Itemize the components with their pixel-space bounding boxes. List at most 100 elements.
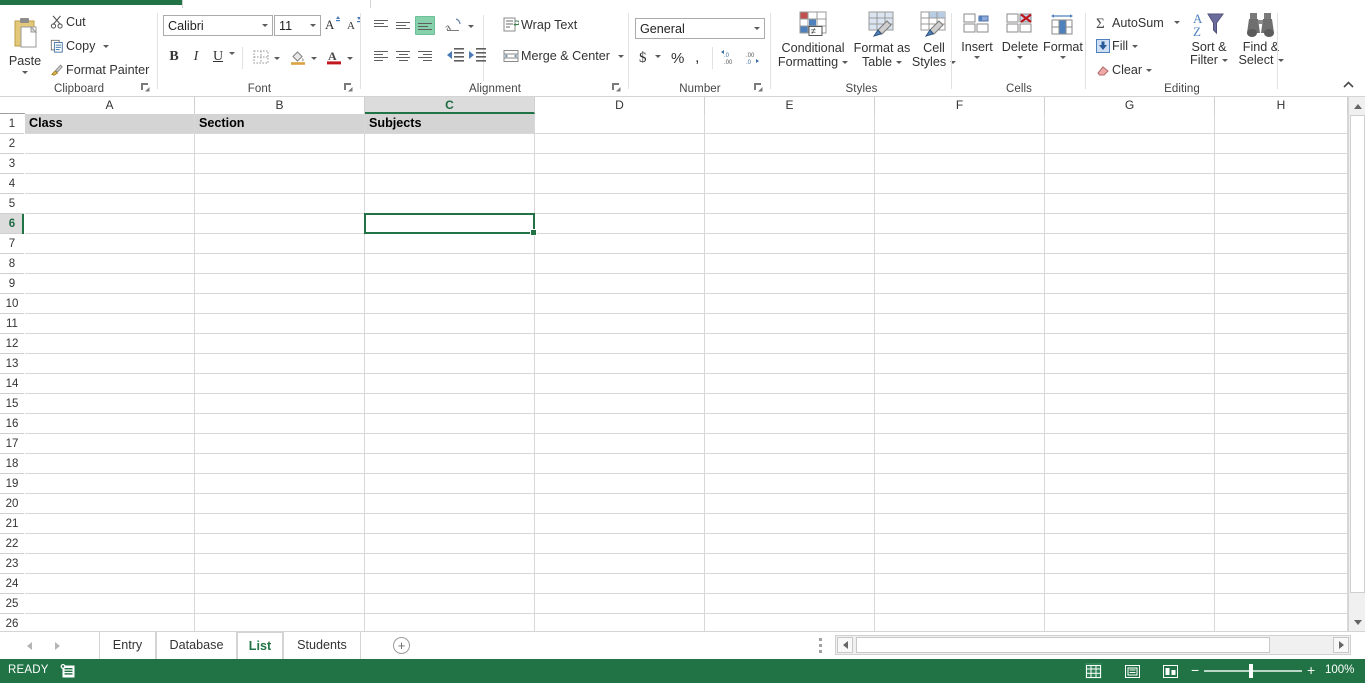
cell-B20[interactable] [195, 494, 365, 514]
cell-F12[interactable] [875, 334, 1045, 354]
grid-cells[interactable]: Class Section Subjects [25, 114, 1348, 631]
cell-E24[interactable] [705, 574, 875, 594]
cell-B2[interactable] [195, 134, 365, 154]
cell-H25[interactable] [1215, 594, 1348, 614]
cell-C9[interactable] [365, 274, 535, 294]
font-color-button[interactable]: A [326, 49, 353, 68]
cell-E16[interactable] [705, 414, 875, 434]
cell-G12[interactable] [1045, 334, 1215, 354]
cell-D23[interactable] [535, 554, 705, 574]
sort-filter-chevron-down-icon[interactable] [1222, 59, 1228, 62]
row-header-17[interactable]: 17 [0, 434, 24, 454]
cell-C10[interactable] [365, 294, 535, 314]
cell-G24[interactable] [1045, 574, 1215, 594]
cell-E9[interactable] [705, 274, 875, 294]
cell-G3[interactable] [1045, 154, 1215, 174]
cell-A24[interactable] [25, 574, 195, 594]
cell-G21[interactable] [1045, 514, 1215, 534]
cell-D11[interactable] [535, 314, 705, 334]
format-as-table-chevron-down-icon[interactable] [896, 60, 903, 64]
format-as-table-button[interactable]: Format as Table [853, 11, 911, 69]
fill-chevron-down-icon[interactable] [1132, 44, 1139, 48]
cell-A20[interactable] [25, 494, 195, 514]
underline-button[interactable]: U [209, 47, 227, 67]
cell-D18[interactable] [535, 454, 705, 474]
worksheet-grid[interactable]: ABCDEFGH 1 2 3 4 5 6 7 8 9 10 11 12 13 14 15 16 17 18 19 20… [0, 97, 1365, 631]
cell-F17[interactable] [875, 434, 1045, 454]
underline-chevron-down-icon[interactable] [229, 52, 235, 55]
page-break-view-button[interactable] [1162, 663, 1179, 679]
sheet-tab-list[interactable]: List [237, 632, 283, 660]
cell-A23[interactable] [25, 554, 195, 574]
top-align-button[interactable] [371, 16, 391, 35]
cell-G25[interactable] [1045, 594, 1215, 614]
cell-F11[interactable] [875, 314, 1045, 334]
cell-E25[interactable] [705, 594, 875, 614]
cell-H26[interactable] [1215, 614, 1348, 631]
row-header-19[interactable]: 19 [0, 474, 24, 494]
cell-H3[interactable] [1215, 154, 1348, 174]
scroll-right-button[interactable] [1333, 637, 1349, 653]
cell-C3[interactable] [365, 154, 535, 174]
cell-A22[interactable] [25, 534, 195, 554]
cell-C1[interactable]: Subjects [365, 114, 535, 134]
scroll-up-button[interactable] [1350, 98, 1365, 114]
cell-A2[interactable] [25, 134, 195, 154]
number-dialog-launcher[interactable] [754, 83, 765, 94]
cell-H10[interactable] [1215, 294, 1348, 314]
format-cells-button[interactable]: Format [1042, 13, 1084, 59]
font-dialog-launcher[interactable] [344, 83, 355, 94]
row-header-10[interactable]: 10 [0, 294, 24, 314]
page-layout-view-button[interactable] [1124, 663, 1141, 679]
cell-G14[interactable] [1045, 374, 1215, 394]
cell-F3[interactable] [875, 154, 1045, 174]
clear-chevron-down-icon[interactable] [1146, 68, 1153, 72]
cell-B11[interactable] [195, 314, 365, 334]
cell-C17[interactable] [365, 434, 535, 454]
cell-G19[interactable] [1045, 474, 1215, 494]
cell-G5[interactable] [1045, 194, 1215, 214]
decrease-indent-button[interactable] [445, 47, 465, 66]
cell-F18[interactable] [875, 454, 1045, 474]
cell-H1[interactable] [1215, 114, 1348, 134]
row-header-4[interactable]: 4 [0, 174, 24, 194]
cell-B23[interactable] [195, 554, 365, 574]
cell-G15[interactable] [1045, 394, 1215, 414]
paste-chevron-down-icon[interactable] [22, 71, 28, 74]
cell-H13[interactable] [1215, 354, 1348, 374]
middle-align-button[interactable] [393, 16, 413, 35]
cell-H24[interactable] [1215, 574, 1348, 594]
row-header-8[interactable]: 8 [0, 254, 24, 274]
cell-F22[interactable] [875, 534, 1045, 554]
cell-F6[interactable] [875, 214, 1045, 234]
cell-F14[interactable] [875, 374, 1045, 394]
row-header-6[interactable]: 6 [0, 214, 24, 234]
currency-format-button[interactable]: $ [639, 50, 647, 67]
cell-G13[interactable] [1045, 354, 1215, 374]
cell-A25[interactable] [25, 594, 195, 614]
cell-A11[interactable] [25, 314, 195, 334]
conditional-formatting-button[interactable]: ≠ Conditional Formatting [775, 11, 851, 69]
cell-F16[interactable] [875, 414, 1045, 434]
column-header-g[interactable]: G [1045, 97, 1215, 114]
row-header-16[interactable]: 16 [0, 414, 24, 434]
increase-decimal-button[interactable]: .0 .00 [721, 50, 739, 68]
cell-D6[interactable] [535, 214, 705, 234]
cell-A5[interactable] [25, 194, 195, 214]
wrap-text-button[interactable]: Wrap Text [501, 17, 577, 33]
cell-E20[interactable] [705, 494, 875, 514]
cell-A12[interactable] [25, 334, 195, 354]
orientation-chevron-down-icon[interactable] [468, 24, 474, 28]
normal-view-button[interactable] [1085, 663, 1102, 679]
increase-indent-button[interactable] [467, 47, 487, 66]
cell-F25[interactable] [875, 594, 1045, 614]
cell-E15[interactable] [705, 394, 875, 414]
row-header-21[interactable]: 21 [0, 514, 24, 534]
cell-C6[interactable] [365, 214, 535, 234]
cell-H17[interactable] [1215, 434, 1348, 454]
cell-D5[interactable] [535, 194, 705, 214]
orientation-button[interactable]: a [442, 16, 474, 36]
cell-F21[interactable] [875, 514, 1045, 534]
cell-G6[interactable] [1045, 214, 1215, 234]
cell-A13[interactable] [25, 354, 195, 374]
